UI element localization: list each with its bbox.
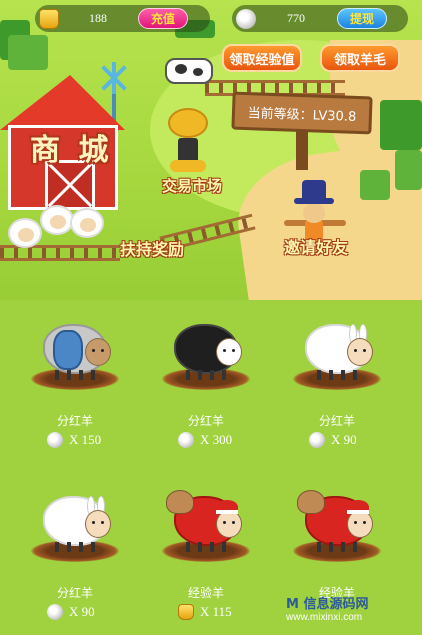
golden-pig-statue[interactable] (168, 108, 208, 138)
invite-label[interactable]: 邀请好友 (284, 234, 348, 258)
scarecrow-hat (302, 180, 326, 202)
claim-wool-button[interactable]: 领取羊毛 (320, 44, 400, 72)
gold-balance-bar: 188 充值 (35, 5, 210, 32)
tree-block (360, 170, 390, 200)
watermark-url: www.mixinxi.com (286, 612, 363, 623)
diamond-icon (47, 432, 63, 448)
diamond-icon (236, 9, 256, 29)
tree-block (395, 150, 422, 190)
sheep-price: X 90 (309, 431, 357, 449)
sheep-price: X 150 (47, 431, 101, 449)
scene-sheep (8, 218, 42, 248)
sheep-price: X 90 (47, 603, 95, 621)
sign-post (296, 130, 308, 170)
support-label[interactable]: 扶持奖励 (120, 236, 184, 260)
sheep-image (43, 496, 111, 552)
sheep-image (297, 490, 373, 552)
tree-block (8, 35, 48, 70)
watermark-title: M 信息源码网 (286, 597, 369, 612)
level-sign: 当前等级：LV30.8 (231, 91, 373, 135)
sheep-price: X 115 (178, 603, 232, 621)
sheep-image (174, 324, 242, 380)
sheep-name: 分红羊 (318, 414, 355, 428)
recharge-button[interactable]: 充值 (138, 8, 188, 29)
withdraw-button[interactable]: 提现 (337, 8, 387, 29)
gold-ingot-icon (178, 604, 194, 620)
sheep-card[interactable]: 分红羊 X 300 (146, 308, 266, 458)
sheep-name: 分红羊 (56, 586, 93, 600)
scene-sheep (40, 205, 74, 235)
sheep-name: 分红羊 (56, 414, 93, 428)
diamond-amount: 770 (287, 11, 305, 25)
sheep-price: X 300 (178, 431, 232, 449)
sheep-shop-grid: 分红羊 X 150 分红羊 X 300 分红羊 X 90 分红羊 X 90 经验… (0, 300, 422, 635)
watermark: M 信息源码网 www.mixinxi.com (286, 593, 416, 623)
diamond-icon (178, 432, 194, 448)
sheep-name: 经验羊 (187, 586, 224, 600)
sheep-image (43, 324, 111, 380)
cow (165, 58, 213, 84)
sheep-name: 分红羊 (187, 414, 224, 428)
claim-exp-button[interactable]: 领取经验值 (222, 44, 302, 72)
sheep-card[interactable]: 分红羊 X 90 (15, 480, 135, 630)
diamond-icon (309, 432, 325, 448)
market-label[interactable]: 交易市场 (162, 175, 222, 196)
sheep-card[interactable]: 分红羊 X 150 (15, 308, 135, 458)
sheep-card[interactable]: 分红羊 X 90 (277, 308, 397, 458)
gold-ingot-icon (39, 9, 59, 29)
tree-block (380, 100, 422, 150)
sheep-image (305, 324, 373, 380)
diamond-icon (47, 604, 63, 620)
shop-label[interactable]: 商 城 (30, 125, 112, 169)
fence (0, 245, 120, 261)
scarecrow-face (303, 203, 325, 223)
diamond-balance-bar: 770 提现 (232, 5, 408, 32)
statue-base (170, 160, 206, 172)
scene-sheep (70, 208, 104, 238)
level-text: 当前等级：LV30.8 (247, 105, 357, 125)
sheep-image (166, 490, 242, 552)
gold-amount: 188 (89, 11, 107, 25)
sheep-card[interactable]: 经验羊 X 115 (146, 480, 266, 630)
